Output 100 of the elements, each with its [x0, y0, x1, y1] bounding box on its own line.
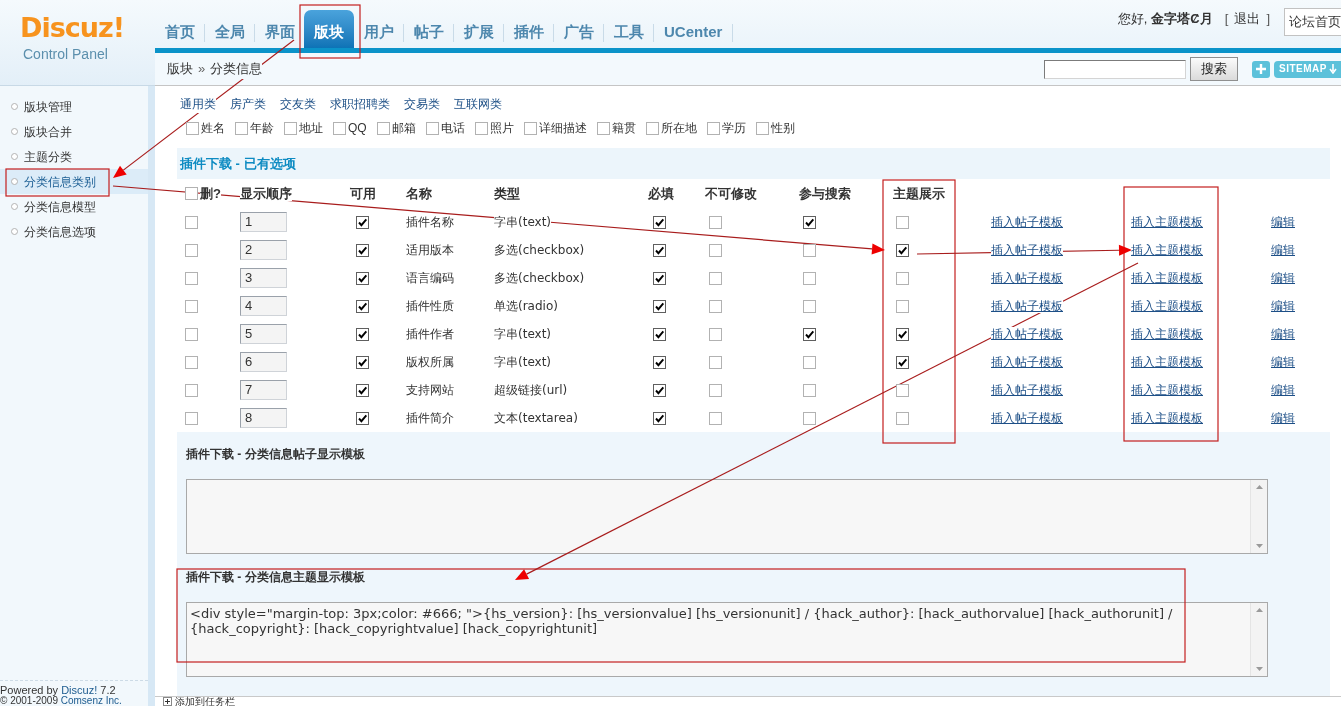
insert-thread-template-link[interactable]: 插入主题模板 [1131, 383, 1203, 397]
order-input[interactable]: 4 [240, 296, 287, 316]
add-button[interactable] [1252, 60, 1270, 78]
checkbox[interactable] [896, 327, 909, 341]
checkbox[interactable] [284, 121, 297, 135]
checkbox[interactable] [896, 215, 909, 229]
order-input[interactable]: 7 [240, 380, 287, 400]
checkbox[interactable] [185, 327, 198, 341]
edit-link[interactable]: 编辑 [1271, 383, 1295, 397]
checkbox[interactable] [356, 299, 369, 313]
search-button[interactable]: 搜索 [1190, 57, 1238, 81]
checkbox[interactable] [653, 299, 666, 313]
scroll-up-icon[interactable] [1255, 608, 1263, 612]
edit-link[interactable]: 编辑 [1271, 271, 1295, 285]
checkbox[interactable] [803, 299, 816, 313]
category-link[interactable]: 房产类 [230, 95, 266, 113]
insert-post-template-link[interactable]: 插入帖子模板 [991, 355, 1063, 369]
checkbox[interactable] [185, 271, 198, 285]
template-textarea[interactable] [186, 479, 1268, 554]
nav-tab[interactable]: 工具 [604, 10, 653, 48]
insert-thread-template-link[interactable]: 插入主题模板 [1131, 243, 1203, 257]
checkbox[interactable] [185, 243, 198, 257]
order-input[interactable]: 2 [240, 240, 287, 260]
sidebar-item[interactable]: 分类信息选项 [0, 219, 148, 244]
edit-link[interactable]: 编辑 [1271, 327, 1295, 341]
checkbox[interactable] [235, 121, 248, 135]
checkbox[interactable] [185, 215, 198, 229]
category-link[interactable]: 通用类 [180, 95, 216, 113]
template-textarea[interactable]: <div style="margin-top: 3px;color: #666; ">{hs_version}: [hs_versionvalue] [hs_versionunit] / {hack_author}: [hack_authorvalue] [hack_authorunit] / {hack_copyright}: [hack_copyrightvalue] [hack_copyrightunit] [186, 602, 1268, 677]
checkbox[interactable] [474, 121, 488, 135]
checkbox[interactable] [356, 411, 369, 425]
checkbox[interactable] [356, 271, 369, 285]
checkbox[interactable] [186, 121, 199, 135]
order-input[interactable]: 8 [240, 408, 287, 428]
checkbox[interactable] [523, 121, 537, 135]
nav-tab[interactable]: 帖子 [404, 10, 453, 48]
nav-tab[interactable]: 版块 [304, 10, 354, 48]
insert-post-template-link[interactable]: 插入帖子模板 [991, 327, 1063, 341]
insert-post-template-link[interactable]: 插入帖子模板 [991, 215, 1063, 229]
insert-post-template-link[interactable]: 插入帖子模板 [991, 299, 1063, 313]
checkbox[interactable] [896, 243, 909, 257]
insert-thread-template-link[interactable]: 插入主题模板 [1131, 215, 1203, 229]
checkbox[interactable] [709, 327, 722, 341]
checkbox[interactable] [425, 121, 439, 135]
checkbox[interactable] [709, 355, 722, 369]
discuz-link[interactable]: Discuz! [61, 684, 98, 696]
checkbox[interactable] [356, 383, 369, 397]
checkbox[interactable] [653, 215, 666, 229]
nav-tab[interactable]: 全局 [205, 10, 254, 48]
sidebar-item[interactable]: 版块管理 [0, 94, 148, 119]
checkbox[interactable] [803, 327, 816, 341]
checkbox[interactable] [645, 121, 659, 135]
forum-home-link[interactable]: 论坛首页 [1284, 8, 1341, 36]
insert-thread-template-link[interactable]: 插入主题模板 [1131, 299, 1203, 313]
scroll-down-icon[interactable] [1255, 667, 1263, 671]
insert-post-template-link[interactable]: 插入帖子模板 [991, 411, 1063, 425]
checkbox[interactable] [185, 299, 198, 313]
edit-link[interactable]: 编辑 [1271, 355, 1295, 369]
checkbox[interactable] [376, 121, 390, 135]
nav-tab[interactable]: 扩展 [454, 10, 503, 48]
plus-box-icon[interactable] [163, 697, 172, 706]
scroll-up-icon[interactable] [1255, 485, 1263, 489]
checkbox[interactable] [709, 411, 722, 425]
nav-tab[interactable]: 插件 [504, 10, 553, 48]
checkbox[interactable] [709, 243, 722, 257]
checkbox[interactable] [653, 355, 666, 369]
category-link[interactable]: 交友类 [280, 95, 316, 113]
checkbox[interactable] [803, 383, 816, 397]
checkbox[interactable] [896, 411, 909, 425]
taskbar-link[interactable]: 添加到任务栏 [175, 696, 235, 706]
checkbox[interactable] [896, 383, 909, 397]
category-link[interactable]: 交易类 [404, 95, 440, 113]
insert-thread-template-link[interactable]: 插入主题模板 [1131, 271, 1203, 285]
checkbox[interactable] [896, 271, 909, 285]
checkbox[interactable] [709, 299, 722, 313]
checkbox[interactable] [356, 243, 369, 257]
checkbox[interactable] [356, 215, 369, 229]
checkbox[interactable] [596, 121, 610, 135]
checkbox[interactable] [356, 355, 369, 369]
checkbox[interactable] [803, 271, 816, 285]
nav-tab[interactable]: UCenter [654, 10, 733, 48]
insert-thread-template-link[interactable]: 插入主题模板 [1131, 327, 1203, 341]
checkbox[interactable] [185, 411, 198, 425]
checkbox[interactable] [653, 411, 666, 425]
sidebar-item[interactable]: 分类信息模型 [0, 194, 148, 219]
order-input[interactable]: 6 [240, 352, 287, 372]
checkbox[interactable] [653, 271, 666, 285]
checkbox[interactable] [709, 271, 722, 285]
checkbox[interactable] [653, 383, 666, 397]
order-input[interactable]: 5 [240, 324, 287, 344]
nav-tab[interactable]: 用户 [354, 10, 403, 48]
checkbox[interactable] [896, 299, 909, 313]
checkbox[interactable] [803, 411, 816, 425]
checkbox[interactable] [896, 355, 909, 369]
edit-link[interactable]: 编辑 [1271, 243, 1295, 257]
checkbox[interactable] [185, 383, 198, 397]
insert-thread-template-link[interactable]: 插入主题模板 [1131, 355, 1203, 369]
checkbox[interactable] [653, 327, 666, 341]
edit-link[interactable]: 编辑 [1271, 215, 1295, 229]
checkbox[interactable] [333, 121, 346, 135]
